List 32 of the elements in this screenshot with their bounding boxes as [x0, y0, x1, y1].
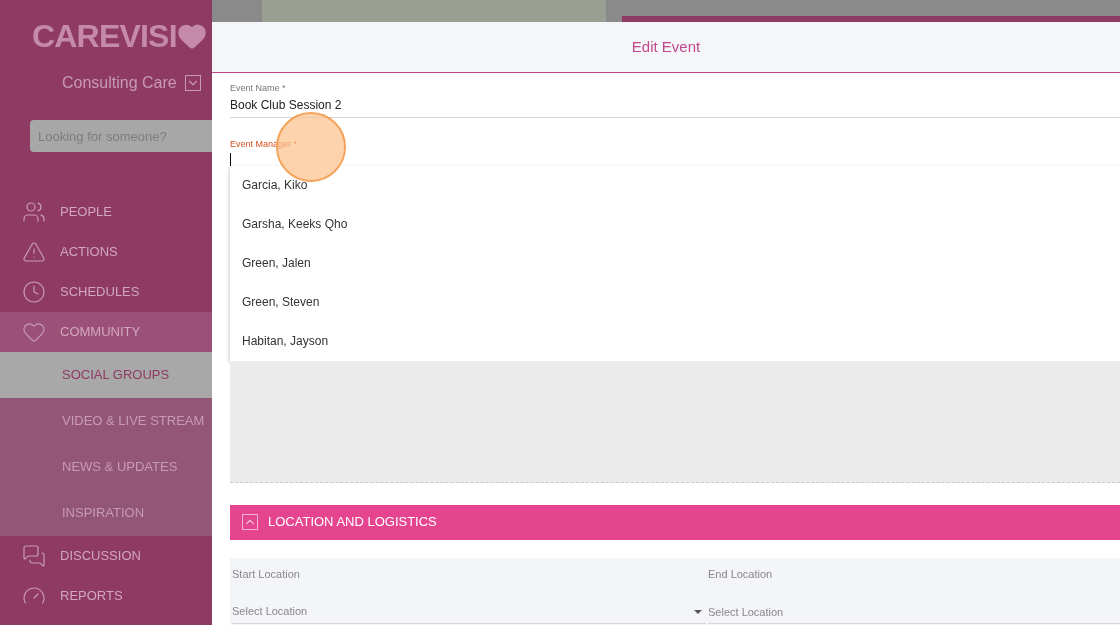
- nav-item[interactable]: ACTIONS: [0, 232, 212, 272]
- nav-item[interactable]: PEOPLE: [0, 192, 212, 232]
- dropdown-option[interactable]: Garsha, Keeks Qho: [230, 204, 1120, 244]
- section-header[interactable]: LOCATION AND LOGISTICS: [230, 504, 1120, 540]
- nav-item[interactable]: SCHEDULES: [0, 272, 212, 312]
- logo-text: CAREVISI: [32, 17, 177, 56]
- dropdown-icon[interactable]: [184, 75, 201, 91]
- nav-subitem[interactable]: SOCIAL GROUPS: [0, 352, 212, 398]
- people-icon: [22, 200, 46, 224]
- nav-subitem[interactable]: VIDEO & LIVE STREAM: [0, 398, 212, 444]
- text-cursor: [230, 153, 231, 166]
- dropdown-option[interactable]: Garcia, Kiko: [230, 165, 1120, 205]
- collapse-icon: [242, 514, 258, 530]
- nav-subitem[interactable]: NEWS & UPDATES: [0, 444, 212, 490]
- dropdown-option[interactable]: Green, Steven: [230, 282, 1120, 322]
- field-label: End Location: [708, 566, 773, 582]
- clock-icon: [22, 280, 46, 304]
- dialog-title: Edit Event: [631, 36, 701, 57]
- dropdown-option[interactable]: Habitan, Jayson: [230, 321, 1120, 361]
- nav-item[interactable]: COMMUNITY: [0, 312, 212, 352]
- end-location-select[interactable]: Select Location: [708, 600, 1120, 624]
- nav-item[interactable]: REPORTS: [0, 576, 212, 616]
- caret-icon: [694, 609, 702, 614]
- organization-name: Consulting Care: [62, 73, 177, 93]
- heart-icon: [22, 320, 46, 344]
- nav-item[interactable]: DISCUSSION: [0, 536, 212, 576]
- nav-subitem[interactable]: INSPIRATION: [0, 490, 212, 536]
- dropdown-option[interactable]: Green, Jalen: [230, 243, 1120, 283]
- chat-icon: [22, 544, 46, 568]
- start-location-select[interactable]: Select Location: [232, 600, 706, 624]
- warning-icon: [22, 240, 46, 264]
- field-label: Start Location: [232, 566, 300, 582]
